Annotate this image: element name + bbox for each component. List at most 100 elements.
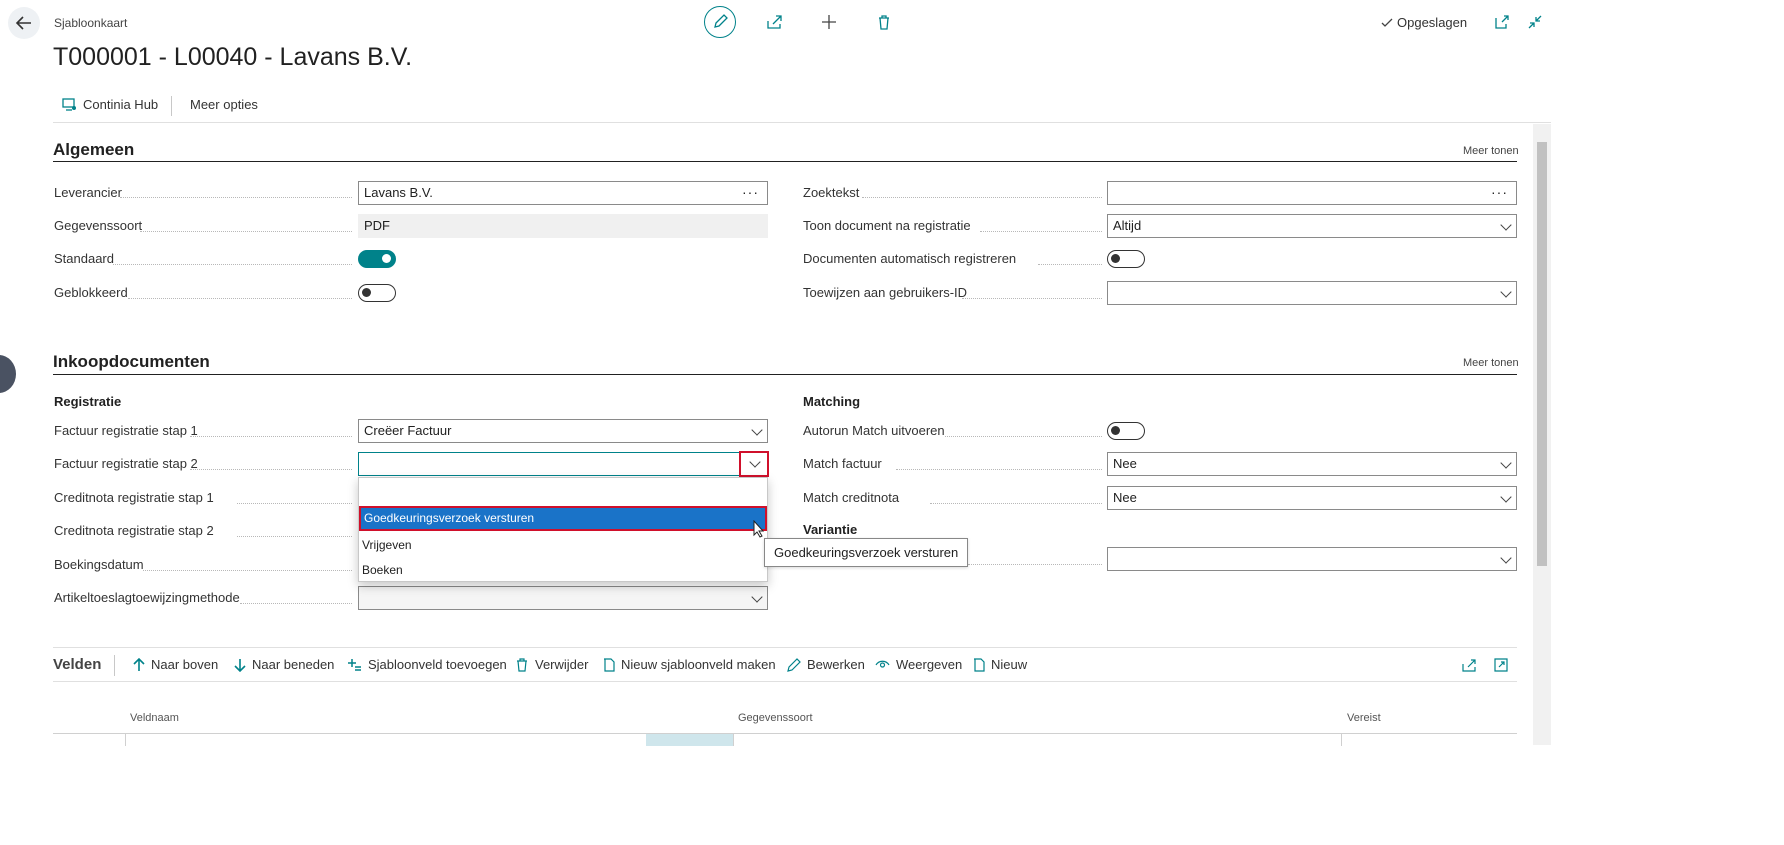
variantie-select[interactable] xyxy=(1107,547,1517,571)
column-header-gegevenssoort[interactable]: Gegevenssoort xyxy=(738,712,813,724)
label-creditnota-stap1: Creditnota registratie stap 1 xyxy=(54,490,214,505)
velden-divider xyxy=(114,655,115,676)
standaard-toggle[interactable] xyxy=(358,250,396,268)
nieuw-sjabloonveld-button[interactable]: Nieuw sjabloonveld maken xyxy=(603,657,776,672)
scrollbar-thumb[interactable] xyxy=(1537,142,1547,566)
leverancier-input[interactable]: Lavans B.V. ··· xyxy=(358,181,768,205)
show-more-inkoop[interactable]: Meer tonen xyxy=(1463,357,1519,369)
side-pane-handle[interactable] xyxy=(0,355,16,393)
collapse-icon[interactable] xyxy=(1527,14,1543,30)
column-header-vereist[interactable]: Vereist xyxy=(1347,712,1381,724)
toggle-knob xyxy=(382,254,391,263)
add-field-icon xyxy=(348,658,361,671)
leader-dots xyxy=(190,468,352,470)
show-more-algemeen[interactable]: Meer tonen xyxy=(1463,145,1519,157)
label-standaard: Standaard xyxy=(54,251,114,266)
open-new-window-icon[interactable] xyxy=(1494,14,1510,30)
arrow-down-icon xyxy=(234,658,246,672)
label-creditnota-stap2: Creditnota registratie stap 2 xyxy=(54,523,214,538)
geblokkeerd-toggle[interactable] xyxy=(358,284,396,302)
leader-dots xyxy=(237,535,352,537)
dropdown-option-empty[interactable] xyxy=(359,478,767,504)
bewerken-button[interactable]: Bewerken xyxy=(787,657,865,672)
tooltip: Goedkeuringsverzoek versturen xyxy=(764,538,969,567)
leader-dots xyxy=(896,468,1102,470)
pencil-icon xyxy=(787,657,801,672)
leader-dots xyxy=(962,297,1102,299)
table-row[interactable] xyxy=(53,733,1517,746)
label-gegevenssoort: Gegevenssoort xyxy=(54,218,143,233)
row-divider xyxy=(125,734,126,746)
leader-dots xyxy=(190,435,352,437)
label-factuur-stap1: Factuur registratie stap 1 xyxy=(54,423,198,438)
toewijzen-select[interactable] xyxy=(1107,281,1517,305)
auto-registreren-toggle[interactable] xyxy=(1107,250,1145,268)
label-match-creditnota: Match creditnota xyxy=(803,490,900,505)
label-auto-registreren: Documenten automatisch registreren xyxy=(803,251,1017,266)
ellipsis-icon[interactable]: ··· xyxy=(1491,181,1508,203)
artikeltoeslag-select[interactable] xyxy=(358,586,768,610)
label-toewijzen: Toewijzen aan gebruikers-ID xyxy=(803,285,968,300)
leader-dots xyxy=(143,569,352,571)
leader-dots xyxy=(113,263,352,265)
factuur-stap1-select[interactable]: Creëer Factuur xyxy=(358,419,768,443)
nieuw-button[interactable]: Nieuw xyxy=(973,657,1027,672)
new-document-icon xyxy=(604,657,615,672)
share-icon[interactable] xyxy=(765,13,783,31)
action-divider xyxy=(171,96,172,116)
match-factuur-select[interactable]: Nee xyxy=(1107,452,1517,476)
continia-hub-button[interactable]: Continia Hub xyxy=(62,97,158,112)
scrollbar-track[interactable] xyxy=(1533,124,1551,745)
saved-status: Opgeslagen xyxy=(1380,15,1467,30)
label-boekingsdatum: Boekingsdatum xyxy=(54,557,144,572)
check-icon xyxy=(1381,18,1393,27)
column-header-veldnaam[interactable]: Veldnaam xyxy=(130,712,179,724)
chevron-down-icon xyxy=(749,456,761,468)
label-match-factuur: Match factuur xyxy=(803,456,882,471)
velden-bottom-line xyxy=(53,681,1517,682)
arrow-up-icon xyxy=(133,657,145,671)
matching-heading: Matching xyxy=(803,394,861,409)
section-divider xyxy=(53,161,1517,162)
edit-button[interactable] xyxy=(704,6,736,38)
row-divider xyxy=(733,734,734,746)
autorun-toggle[interactable] xyxy=(1107,422,1145,440)
chevron-down-icon xyxy=(1500,219,1512,231)
toon-document-select[interactable]: Altijd xyxy=(1107,214,1517,238)
sjabloonveld-toevoegen-button[interactable]: Sjabloonveld toevoegen xyxy=(348,657,507,672)
leader-dots xyxy=(968,563,1102,565)
hub-icon xyxy=(62,98,76,111)
section-divider xyxy=(53,374,1517,375)
naar-beneden-button[interactable]: Naar beneden xyxy=(234,657,334,672)
match-creditnota-select[interactable]: Nee xyxy=(1107,486,1517,510)
section-algemeen-title: Algemeen xyxy=(53,140,135,159)
registratie-heading: Registratie xyxy=(54,394,122,409)
zoektekst-input[interactable]: ··· xyxy=(1107,181,1517,205)
dropdown-option-boeken[interactable]: Boeken xyxy=(359,558,770,583)
delete-icon[interactable] xyxy=(875,13,893,31)
weergeven-button[interactable]: Weergeven xyxy=(875,657,962,672)
leader-dots xyxy=(980,230,1102,232)
chevron-down-icon xyxy=(1500,286,1512,298)
share-icon[interactable] xyxy=(1461,657,1477,673)
add-icon[interactable] xyxy=(820,13,838,31)
factuur-stap2-select[interactable] xyxy=(358,452,768,476)
more-options-button[interactable]: Meer opties xyxy=(190,97,258,112)
label-autorun: Autorun Match uitvoeren xyxy=(803,423,945,438)
dropdown-option-vrijgeven[interactable]: Vrijgeven xyxy=(359,533,770,558)
velden-title: Velden xyxy=(53,656,102,673)
row-divider xyxy=(1341,734,1342,746)
ellipsis-icon[interactable]: ··· xyxy=(742,181,759,203)
expand-icon[interactable] xyxy=(1493,657,1509,673)
leader-dots xyxy=(862,196,1102,198)
naar-boven-button[interactable]: Naar boven xyxy=(133,657,218,672)
dropdown-option-goedkeuring[interactable]: Goedkeuringsverzoek versturen xyxy=(359,506,767,531)
label-toon-document: Toon document na registratie xyxy=(803,218,971,233)
back-button[interactable] xyxy=(8,7,40,39)
delete-icon xyxy=(517,657,527,672)
toggle-knob xyxy=(362,288,371,297)
verwijder-button[interactable]: Verwijder xyxy=(515,657,588,672)
label-artikeltoeslag: Artikeltoeslagtoewijzingmethode xyxy=(54,590,240,605)
toggle-knob xyxy=(1111,426,1120,435)
dropdown-toggle-button[interactable] xyxy=(739,451,769,477)
